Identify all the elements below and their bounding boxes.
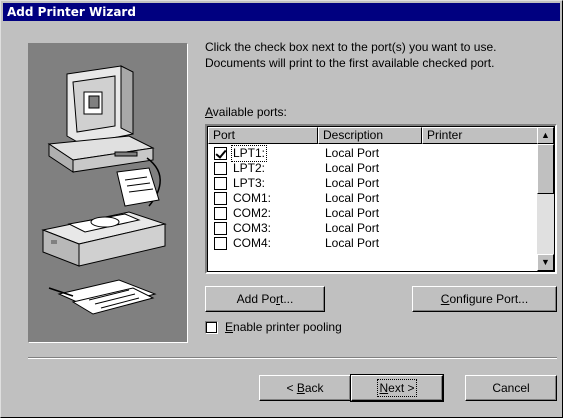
back-button[interactable]: < Back [259,375,351,401]
port-checkbox[interactable] [214,147,227,160]
port-name: COM1: [233,191,272,205]
port-name: COM4: [233,236,272,250]
port-description: Local Port [325,236,380,250]
ports-list-viewport: Port Description Printer LPT1: Local Por… [208,127,537,271]
add-port-label-pre: Add Po [236,292,277,306]
port-description: Local Port [325,146,380,160]
port-checkbox[interactable] [214,162,227,175]
column-header-printer[interactable]: Printer [422,127,537,144]
pooling-label: Enable printer pooling [225,320,342,334]
table-row[interactable]: LPT3: Local Port [208,176,537,191]
available-ports-label-rest: vailable ports: [212,105,287,119]
back-label-post: ack [304,381,324,395]
port-name: LPT1: [230,145,268,162]
table-row[interactable]: COM3: Local Port [208,221,537,236]
available-ports-accel: A [205,105,213,119]
next-accel: N [379,381,389,395]
table-row[interactable]: COM4: Local Port [208,236,537,251]
scroll-down-arrow-icon[interactable]: ▼ [537,254,554,271]
pooling-label-rest: nable printer pooling [233,320,342,334]
scrollbar-thumb[interactable] [537,144,554,194]
table-row[interactable]: COM1: Local Port [208,191,537,206]
computer-printer-illustration [28,43,188,343]
port-checkbox[interactable] [214,192,227,205]
instructions-line-1: Click the check box next to the port(s) … [205,40,497,54]
port-checkbox[interactable] [214,207,227,220]
instructions-text: Click the check box next to the port(s) … [205,39,557,71]
port-checkbox[interactable] [214,177,227,190]
port-checkbox[interactable] [214,222,227,235]
next-button[interactable]: Next > [350,374,444,402]
port-description: Local Port [325,176,380,190]
column-header-port[interactable]: Port [208,127,318,144]
next-focus: Next > [377,379,417,397]
back-accel: B [296,381,305,395]
window-title: Add Printer Wizard [7,5,136,19]
available-ports-label: Available ports: [205,105,287,119]
pooling-accel: E [225,320,234,334]
ports-list-header: Port Description Printer [208,127,537,144]
illustration-icon [41,65,167,315]
port-checkbox[interactable] [214,237,227,250]
port-description: Local Port [325,191,380,205]
table-row[interactable]: LPT1: Local Port [208,145,537,162]
cancel-button[interactable]: Cancel [465,375,557,401]
table-row[interactable]: LPT2: Local Port [208,161,537,176]
pooling-checkbox-box[interactable] [205,321,218,334]
separator [28,357,557,359]
add-port-label-post: t... [280,292,294,306]
column-header-description[interactable]: Description [318,127,422,144]
scroll-up-arrow-icon[interactable]: ▲ [537,127,554,144]
port-name: COM3: [233,221,272,235]
wizard-window: Add Printer Wizard Click the check box n… [0,0,563,418]
port-name: LPT3: [233,176,266,190]
title-bar: Add Printer Wizard [3,3,560,21]
ports-list[interactable]: Port Description Printer LPT1: Local Por… [205,124,557,274]
instructions-line-2: Documents will print to the first availa… [205,56,495,70]
table-row[interactable]: COM2: Local Port [208,206,537,221]
configure-port-button[interactable]: Configure Port... [412,286,557,312]
configure-port-label-post: onfigure Port... [449,292,529,306]
ports-list-scrollbar[interactable]: ▲ ▼ [537,127,554,271]
port-description: Local Port [325,221,380,235]
back-label-pre: < [286,381,297,395]
port-name: COM2: [233,206,272,220]
add-port-button[interactable]: Add Port... [205,286,325,312]
port-description: Local Port [325,161,380,175]
port-description: Local Port [325,206,380,220]
port-name: LPT2: [233,161,266,175]
next-label-post: ext > [388,381,415,395]
